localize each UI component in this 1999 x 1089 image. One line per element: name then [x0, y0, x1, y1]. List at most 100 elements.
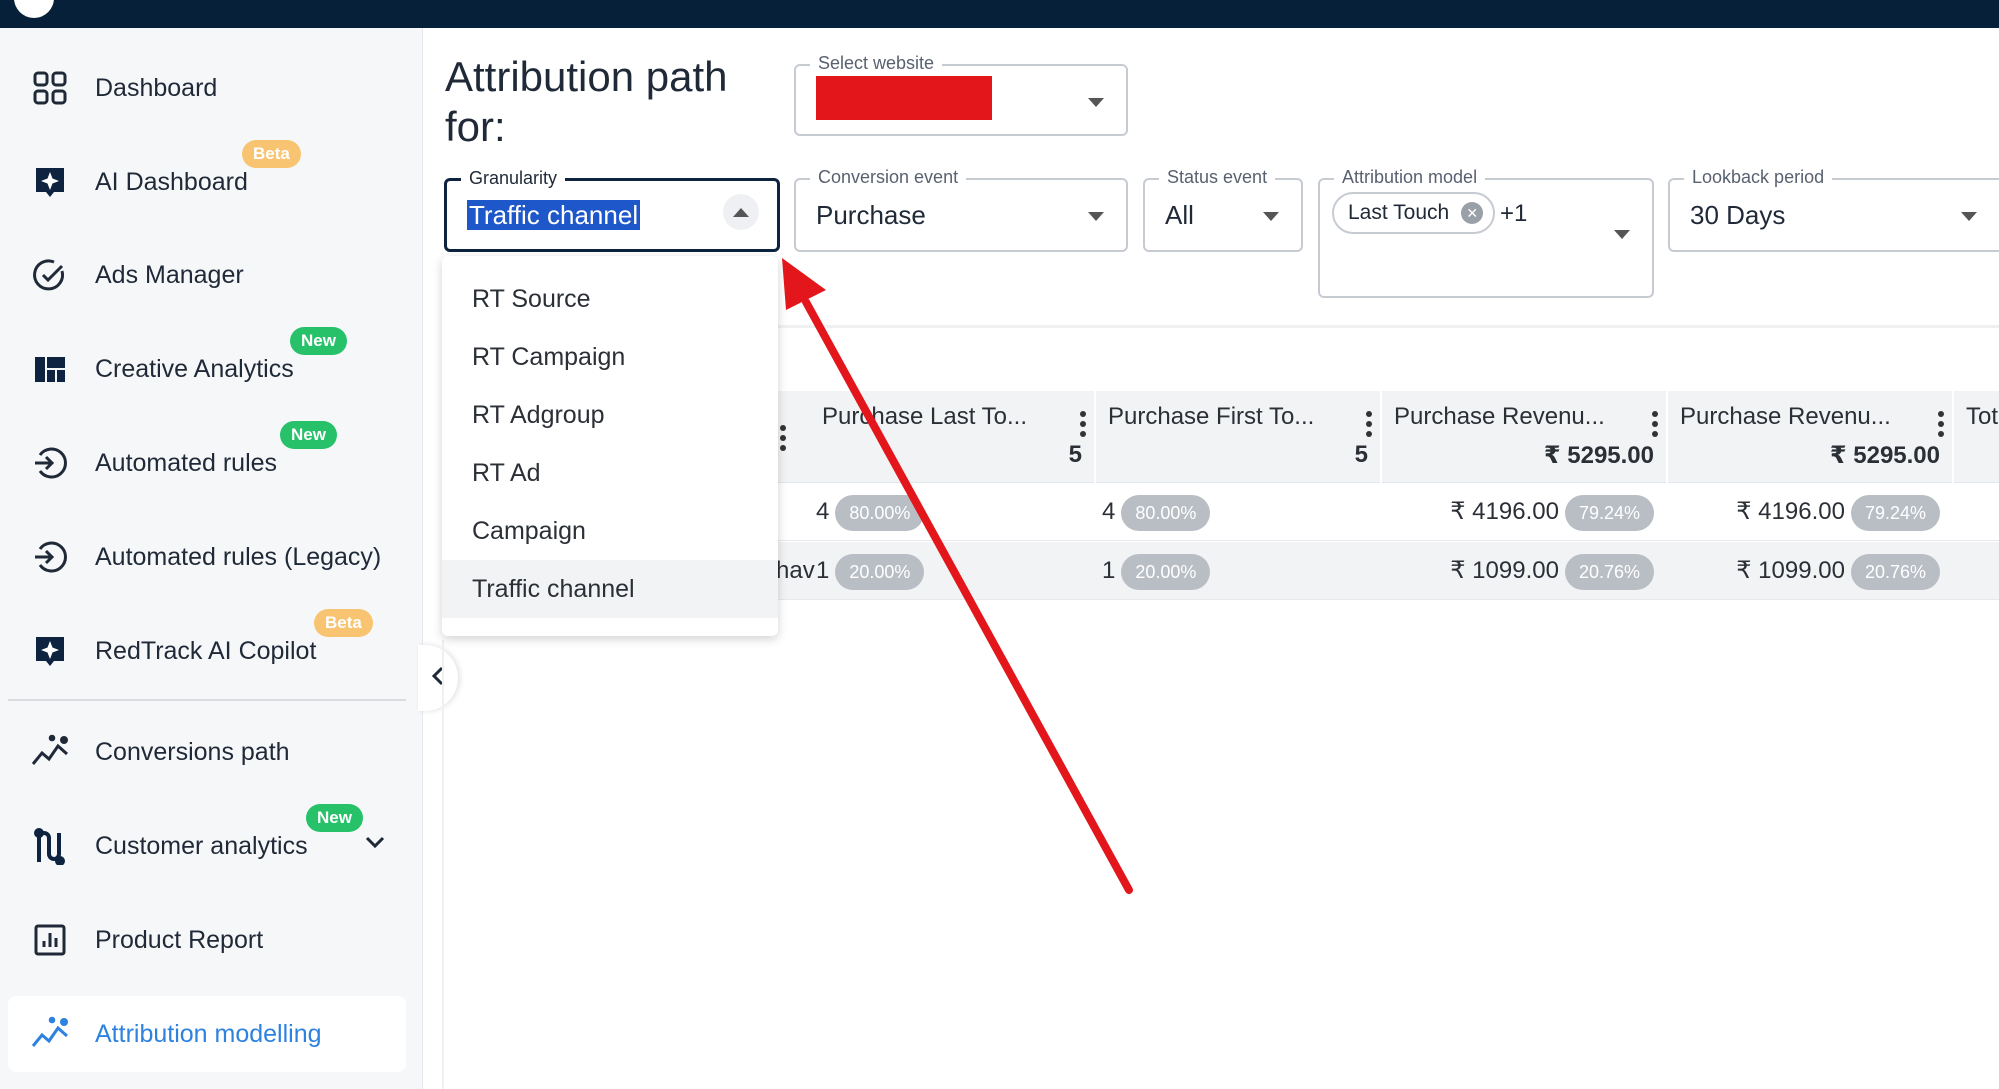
percent-badge: 79.24%: [1850, 494, 1940, 531]
column-header[interactable]: Purchase First To... 5: [1096, 391, 1382, 483]
sparkle-icon: [30, 631, 70, 671]
attribution-model-select[interactable]: Attribution model Last Touch ✕ +1: [1318, 167, 1654, 298]
sidebar-item-label: Automated rules (Legacy): [95, 542, 382, 571]
granularity-value: Traffic channel: [467, 200, 641, 230]
sidebar-item-product-report[interactable]: Product Report: [8, 902, 406, 978]
table-header: Purchase Last To... 5 Purchase First To.…: [776, 391, 1999, 483]
status-event-value: All: [1165, 200, 1194, 230]
granularity-dropdown-menu: RT Source RT Campaign RT Adgroup RT Ad C…: [442, 256, 778, 636]
field-label: Status event: [1159, 167, 1276, 188]
chip-label: Last Touch: [1348, 201, 1450, 224]
sidebar-item-label: RedTrack AI Copilot: [95, 636, 317, 665]
column-menu-icon[interactable]: [1938, 411, 1944, 437]
sidebar-item-label: Attribution modelling: [95, 1019, 322, 1048]
granularity-select[interactable]: Granularity Traffic channel: [444, 168, 780, 252]
new-badge: New: [306, 804, 363, 832]
column-menu-icon[interactable]: [780, 425, 786, 455]
cell-value: 1: [1102, 557, 1116, 584]
cell-value: ₹ 4196.00: [1736, 498, 1845, 525]
column-header[interactable]: Purchase Last To... 5: [810, 391, 1096, 483]
sidebar-item-label: Product Report: [95, 925, 264, 954]
dropdown-option[interactable]: RT Ad: [442, 444, 778, 502]
lookback-period-select[interactable]: Lookback period 30 Days: [1668, 167, 1999, 252]
caret-up-icon: [733, 207, 749, 217]
field-label: Attribution model: [1334, 167, 1486, 188]
beta-badge: Beta: [314, 609, 373, 637]
column-total: 5: [1068, 441, 1082, 468]
field-label: Conversion event: [810, 167, 967, 188]
column-menu-icon[interactable]: [1080, 411, 1086, 437]
rules-icon: [30, 443, 70, 483]
field-label: Select website: [810, 53, 943, 74]
percent-badge: 79.24%: [1564, 494, 1654, 531]
chevron-down-icon[interactable]: [364, 834, 386, 855]
column-title: Tota: [1966, 403, 1999, 430]
caret-down-icon: [1263, 212, 1279, 221]
conversion-event-value: Purchase: [816, 200, 926, 230]
sidebar-item-conversions-path[interactable]: Conversions path: [8, 714, 406, 790]
path-icon: [30, 732, 70, 772]
cell-value: 4: [1102, 498, 1116, 525]
sidebar: Dashboard AI Dashboard Beta Ads Manager …: [0, 28, 423, 1089]
beta-badge: Beta: [242, 140, 301, 168]
collapse-sidebar-button[interactable]: [418, 645, 458, 711]
conversion-event-select[interactable]: Conversion event Purchase: [794, 167, 1128, 252]
sidebar-item-attribution-modelling[interactable]: Attribution modelling: [8, 996, 406, 1072]
sidebar-item-label: Creative Analytics: [95, 354, 294, 383]
sidebar-item-label: Automated rules: [95, 448, 278, 477]
cell-value: 4: [816, 498, 830, 525]
dropdown-option-selected[interactable]: Traffic channel: [442, 560, 778, 618]
sidebar-item-ai-dashboard[interactable]: AI Dashboard Beta: [8, 140, 406, 220]
column-header[interactable]: Purchase Revenu... ₹ 5295.00: [1668, 391, 1954, 483]
sidebar-item-label: Conversions path: [95, 737, 290, 766]
sidebar-item-customer-analytics[interactable]: Customer analytics New: [8, 804, 406, 884]
lookback-value: 30 Days: [1690, 200, 1786, 230]
table-row[interactable]: 4 80.00% 4 80.00% ₹ 4196.00 79.24% ₹ 4196.0…: [776, 483, 1999, 541]
column-header[interactable]: Tota: [1954, 391, 1999, 483]
dropdown-option[interactable]: Campaign: [442, 502, 778, 560]
more-selected-count: +1: [1500, 200, 1528, 227]
new-badge: New: [280, 421, 337, 449]
dropdown-option[interactable]: RT Source: [442, 270, 778, 328]
close-icon[interactable]: ✕: [1461, 202, 1484, 224]
percent-badge: 80.00%: [1121, 494, 1211, 531]
attribution-model-chip: Last Touch ✕: [1332, 192, 1496, 234]
cell-value: 1: [816, 557, 830, 584]
website-select[interactable]: Select website: [794, 53, 1128, 136]
sidebar-item-ads-manager[interactable]: Ads Manager: [8, 237, 406, 313]
dropdown-option[interactable]: RT Campaign: [442, 328, 778, 386]
column-header[interactable]: Purchase Revenu... ₹ 5295.00: [1382, 391, 1668, 483]
collapse-dropdown-button[interactable]: [723, 194, 759, 230]
page-title: Attribution path for:: [445, 53, 728, 150]
column-title: Purchase Revenu...: [1680, 403, 1891, 430]
status-event-select[interactable]: Status event All: [1143, 167, 1303, 252]
report-icon: [30, 920, 70, 960]
column-menu-icon[interactable]: [1652, 411, 1658, 437]
redacted-website-value: [816, 76, 992, 120]
percent-badge: 20.00%: [835, 553, 925, 590]
app-logo[interactable]: [14, 0, 54, 18]
percent-badge: 80.00%: [835, 494, 925, 531]
sidebar-item-creative-analytics[interactable]: Creative Analytics New: [8, 327, 406, 407]
sidebar-divider: [8, 699, 406, 701]
sidebar-item-label: Ads Manager: [95, 260, 244, 289]
column-total: 5: [1354, 441, 1368, 468]
table-row[interactable]: hav 1 20.00% 1 20.00% ₹ 1099.00 20.76% ₹ 10…: [776, 542, 1999, 600]
rules-icon: [30, 537, 70, 577]
sidebar-item-automated-rules[interactable]: Automated rules New: [8, 421, 406, 501]
column-title: Purchase Last To...: [822, 403, 1028, 430]
sidebar-item-redtrack-ai-copilot[interactable]: RedTrack AI Copilot Beta: [8, 609, 406, 689]
cell-value: ₹ 1099.00: [1450, 557, 1559, 584]
ads-manager-icon: [30, 255, 70, 295]
sidebar-item-automated-rules-legacy[interactable]: Automated rules (Legacy): [8, 519, 406, 595]
caret-down-icon: [1614, 230, 1630, 239]
cell-value: ₹ 1099.00: [1736, 557, 1845, 584]
sidebar-item-label: AI Dashboard: [95, 167, 248, 196]
sidebar-item-dashboard[interactable]: Dashboard: [8, 50, 406, 126]
column-title: Purchase Revenu...: [1394, 403, 1605, 430]
grid-icon: [30, 68, 70, 108]
column-menu-icon[interactable]: [1366, 411, 1372, 437]
sparkle-icon: [30, 162, 70, 202]
new-badge: New: [290, 327, 347, 355]
dropdown-option[interactable]: RT Adgroup: [442, 386, 778, 444]
